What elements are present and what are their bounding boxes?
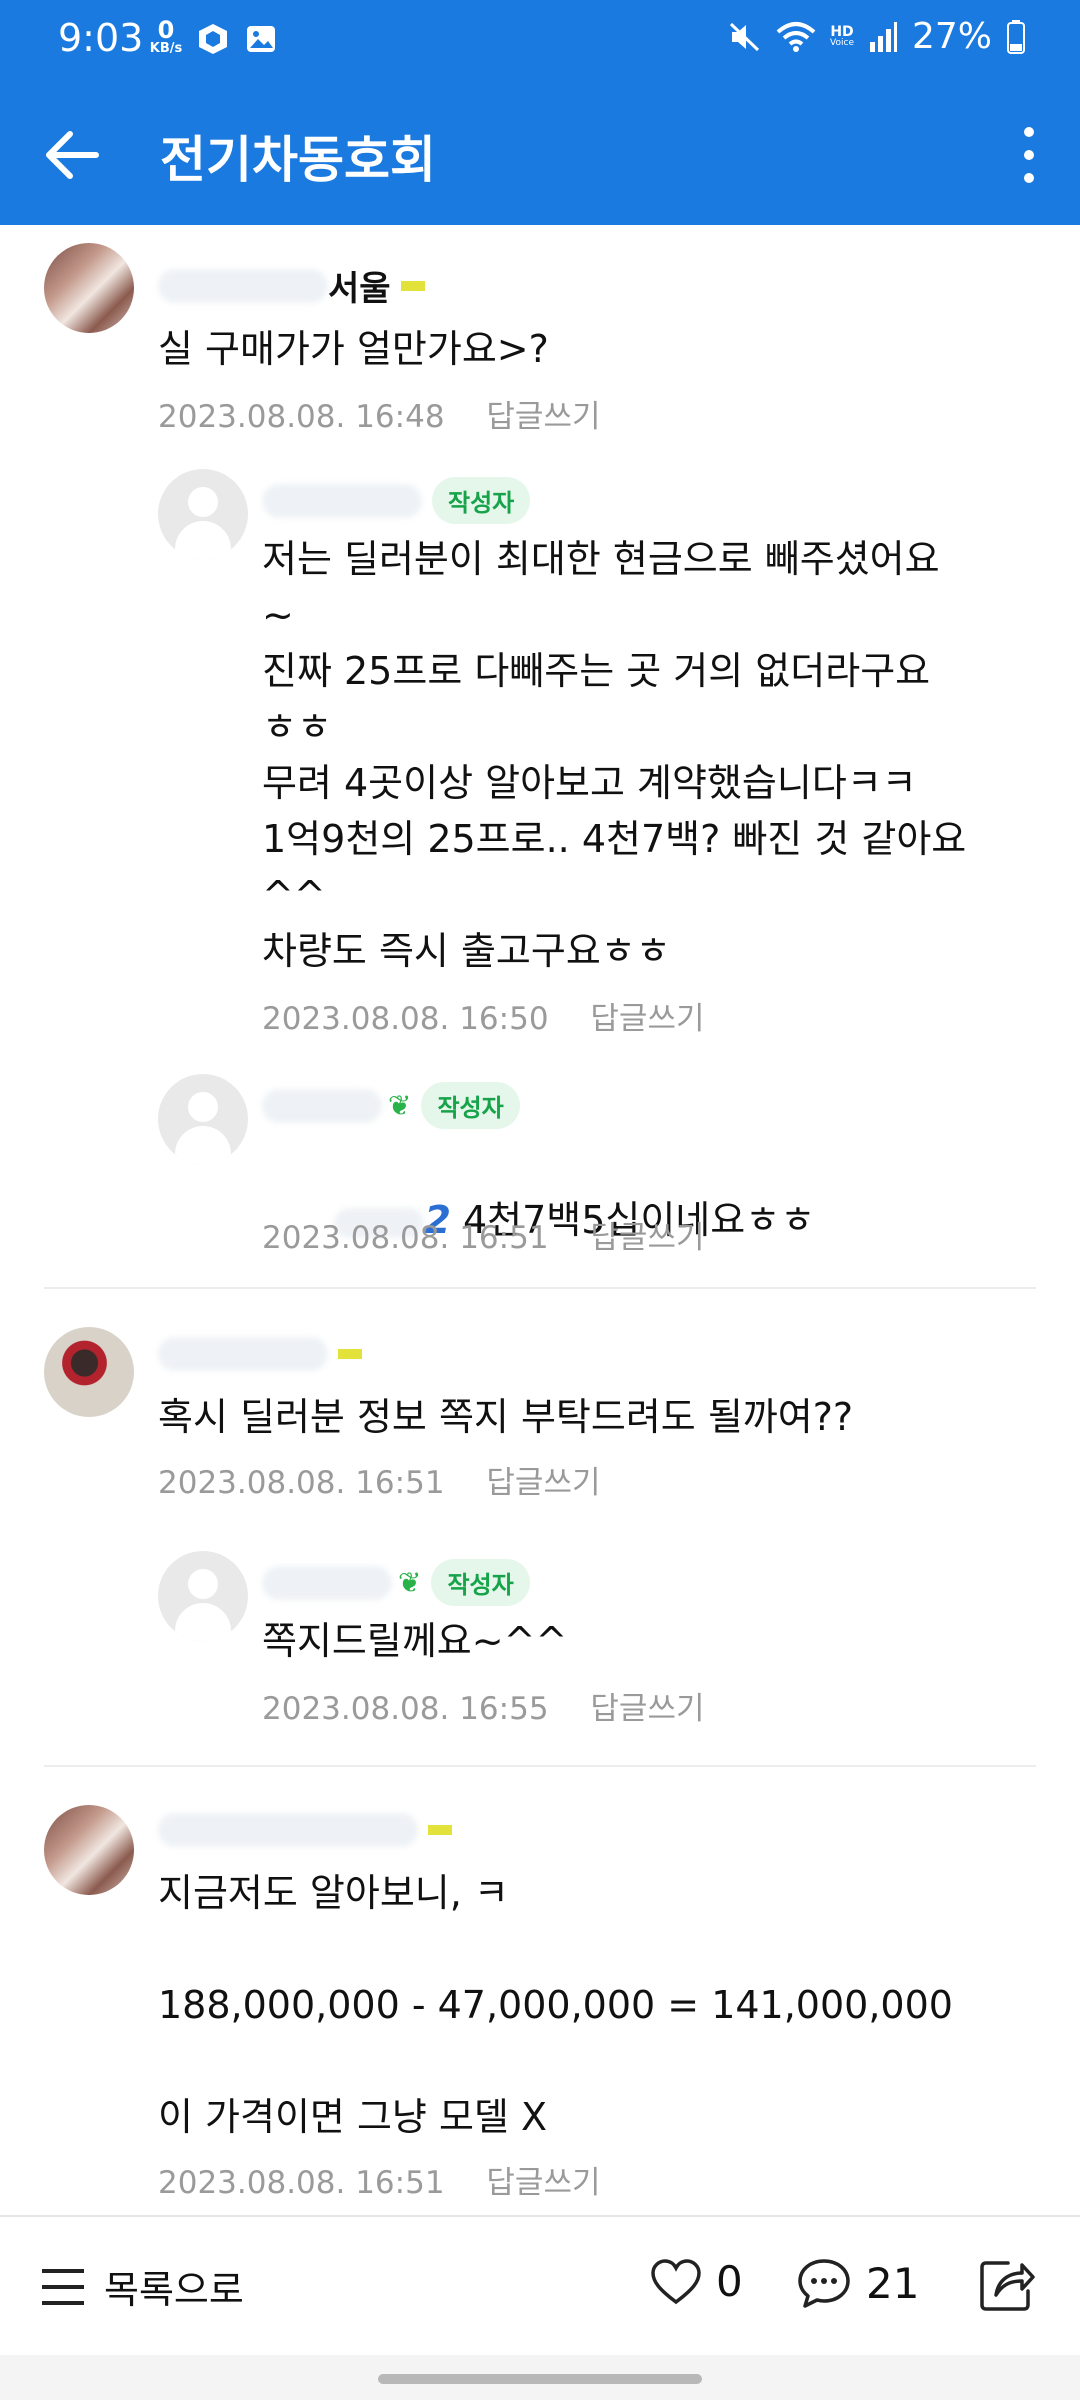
status-time: 9:03 <box>58 16 144 60</box>
comment-text: 쪽지드릴께요~^^ <box>262 1619 568 1663</box>
reply-button[interactable]: 답글쓰기 <box>486 399 600 435</box>
author-name[interactable]: 작성자 <box>262 477 531 524</box>
author-name[interactable]: 서울 <box>158 261 425 310</box>
page-title: 전기차동호회 <box>160 131 436 189</box>
sprout-icon: ❦ <box>388 1089 412 1122</box>
status-right: HD Voice 27% <box>728 16 1026 57</box>
back-arrow-icon[interactable] <box>40 122 106 188</box>
writer-badge: 작성자 <box>431 1559 530 1606</box>
divider <box>44 1287 1036 1289</box>
comment-text: 실 구매가가 얼만가요>? <box>158 327 549 371</box>
avatar[interactable] <box>158 1074 248 1164</box>
comment-date: 2023.08.08. 16:50 <box>262 1001 549 1037</box>
reply-button[interactable]: 답글쓰기 <box>590 1220 704 1256</box>
share-icon <box>980 2261 1035 2311</box>
cube-icon <box>199 24 227 54</box>
like-button[interactable]: 0 <box>650 2257 743 2306</box>
more-options-icon[interactable] <box>1014 120 1044 190</box>
author-name[interactable]: ❦ 작성자 <box>262 1559 530 1606</box>
author-redacted <box>262 483 422 518</box>
back-to-list-button[interactable]: 목록으로 <box>40 2259 244 2314</box>
level-badge <box>338 1349 362 1359</box>
author-label: 서울 <box>328 269 391 309</box>
author-name[interactable]: ❦ 작성자 <box>262 1082 520 1129</box>
comment-text: 저는 딜러분이 최대한 현금으로 빼주셨어요 ~ 진짜 25프로 다빼주는 곳 … <box>262 537 967 973</box>
writer-badge: 작성자 <box>421 1082 520 1129</box>
comment-meta: 2023.08.08. 16:55 답글쓰기 <box>262 1683 705 1728</box>
wifi-icon <box>776 21 816 52</box>
top-bar: 9:03 0 KB/s HD Voice 27% 전기차동호회 <box>0 0 1080 225</box>
avatar[interactable] <box>158 1551 248 1641</box>
comment-date: 2023.08.08. 16:51 <box>158 2165 445 2201</box>
menu-list-icon <box>42 2268 84 2305</box>
level-badge <box>428 1825 452 1835</box>
author-redacted <box>158 1337 328 1371</box>
comment-date: 2023.08.08. 16:48 <box>158 399 445 435</box>
reply-button[interactable]: 답글쓰기 <box>486 1465 600 1501</box>
author-redacted <box>158 1813 418 1847</box>
reply-button[interactable]: 답글쓰기 <box>486 2165 600 2201</box>
comment-text: 지금저도 알아보니, ㅋ 188,000,000 - 47,000,000 = … <box>158 1871 953 2139</box>
mute-icon <box>729 22 760 51</box>
bottom-bar: 목록으로 0 21 <box>0 2215 1080 2355</box>
avatar[interactable] <box>44 243 134 333</box>
reply-button[interactable]: 답글쓰기 <box>590 1001 704 1037</box>
battery-icon <box>1007 19 1025 54</box>
comment-meta: 2023.08.08. 16:51 답글쓰기 <box>158 2157 601 2202</box>
author-redacted <box>262 1565 392 1600</box>
author-name[interactable] <box>158 1813 452 1847</box>
app-bar: 전기차동호회 <box>0 100 1080 210</box>
comment-icon <box>798 2259 850 2308</box>
sprout-icon: ❦ <box>398 1566 422 1599</box>
battery-percent: 27% <box>911 16 992 57</box>
net-speed-value: 0 <box>157 16 175 44</box>
author-redacted <box>158 268 328 303</box>
comment-date: 2023.08.08. 16:55 <box>262 1691 549 1727</box>
signal-icon <box>869 21 897 52</box>
avatar[interactable] <box>158 469 248 559</box>
home-gesture-bar[interactable] <box>378 2374 702 2384</box>
comment-button[interactable]: 21 <box>796 2257 919 2309</box>
reply-button[interactable]: 답글쓰기 <box>590 1691 704 1727</box>
level-badge <box>400 280 425 291</box>
hd-voice: HD Voice <box>830 25 854 48</box>
net-speed: 0 KB/s <box>144 18 188 55</box>
writer-badge: 작성자 <box>432 477 531 524</box>
avatar[interactable] <box>44 1327 134 1417</box>
heart-icon <box>651 2258 701 2304</box>
comment-meta: 2023.08.08. 16:51 답글쓰기 <box>262 1212 705 1257</box>
gallery-icon <box>247 26 275 52</box>
author-redacted <box>262 1088 382 1123</box>
author-name[interactable] <box>158 1337 362 1371</box>
comment-list: 서울 실 구매가가 얼만가요>? 2023.08.08. 16:48 답글쓰기 … <box>0 225 1080 2215</box>
divider <box>44 1765 1036 1767</box>
comment-meta: 2023.08.08. 16:48 답글쓰기 <box>158 391 601 436</box>
share-button[interactable] <box>978 2257 1036 2313</box>
comment-text: 혹시 딜러분 정보 쪽지 부탁드려도 될까여?? <box>158 1395 854 1439</box>
comment-meta: 2023.08.08. 16:51 답글쓰기 <box>158 1457 601 1502</box>
back-to-list-label: 목록으로 <box>104 2268 244 2312</box>
comment-count: 21 <box>866 2258 920 2308</box>
avatar[interactable] <box>44 1805 134 1895</box>
comment-date: 2023.08.08. 16:51 <box>262 1220 549 1256</box>
comment-meta: 2023.08.08. 16:50 답글쓰기 <box>262 993 705 1038</box>
hd-sub-label: Voice <box>830 38 854 48</box>
status-bar: 9:03 0 KB/s HD Voice 27% <box>0 0 1080 82</box>
net-speed-unit: KB/s <box>149 41 183 56</box>
comment-date: 2023.08.08. 16:51 <box>158 1465 445 1501</box>
like-count: 0 <box>716 2257 743 2306</box>
